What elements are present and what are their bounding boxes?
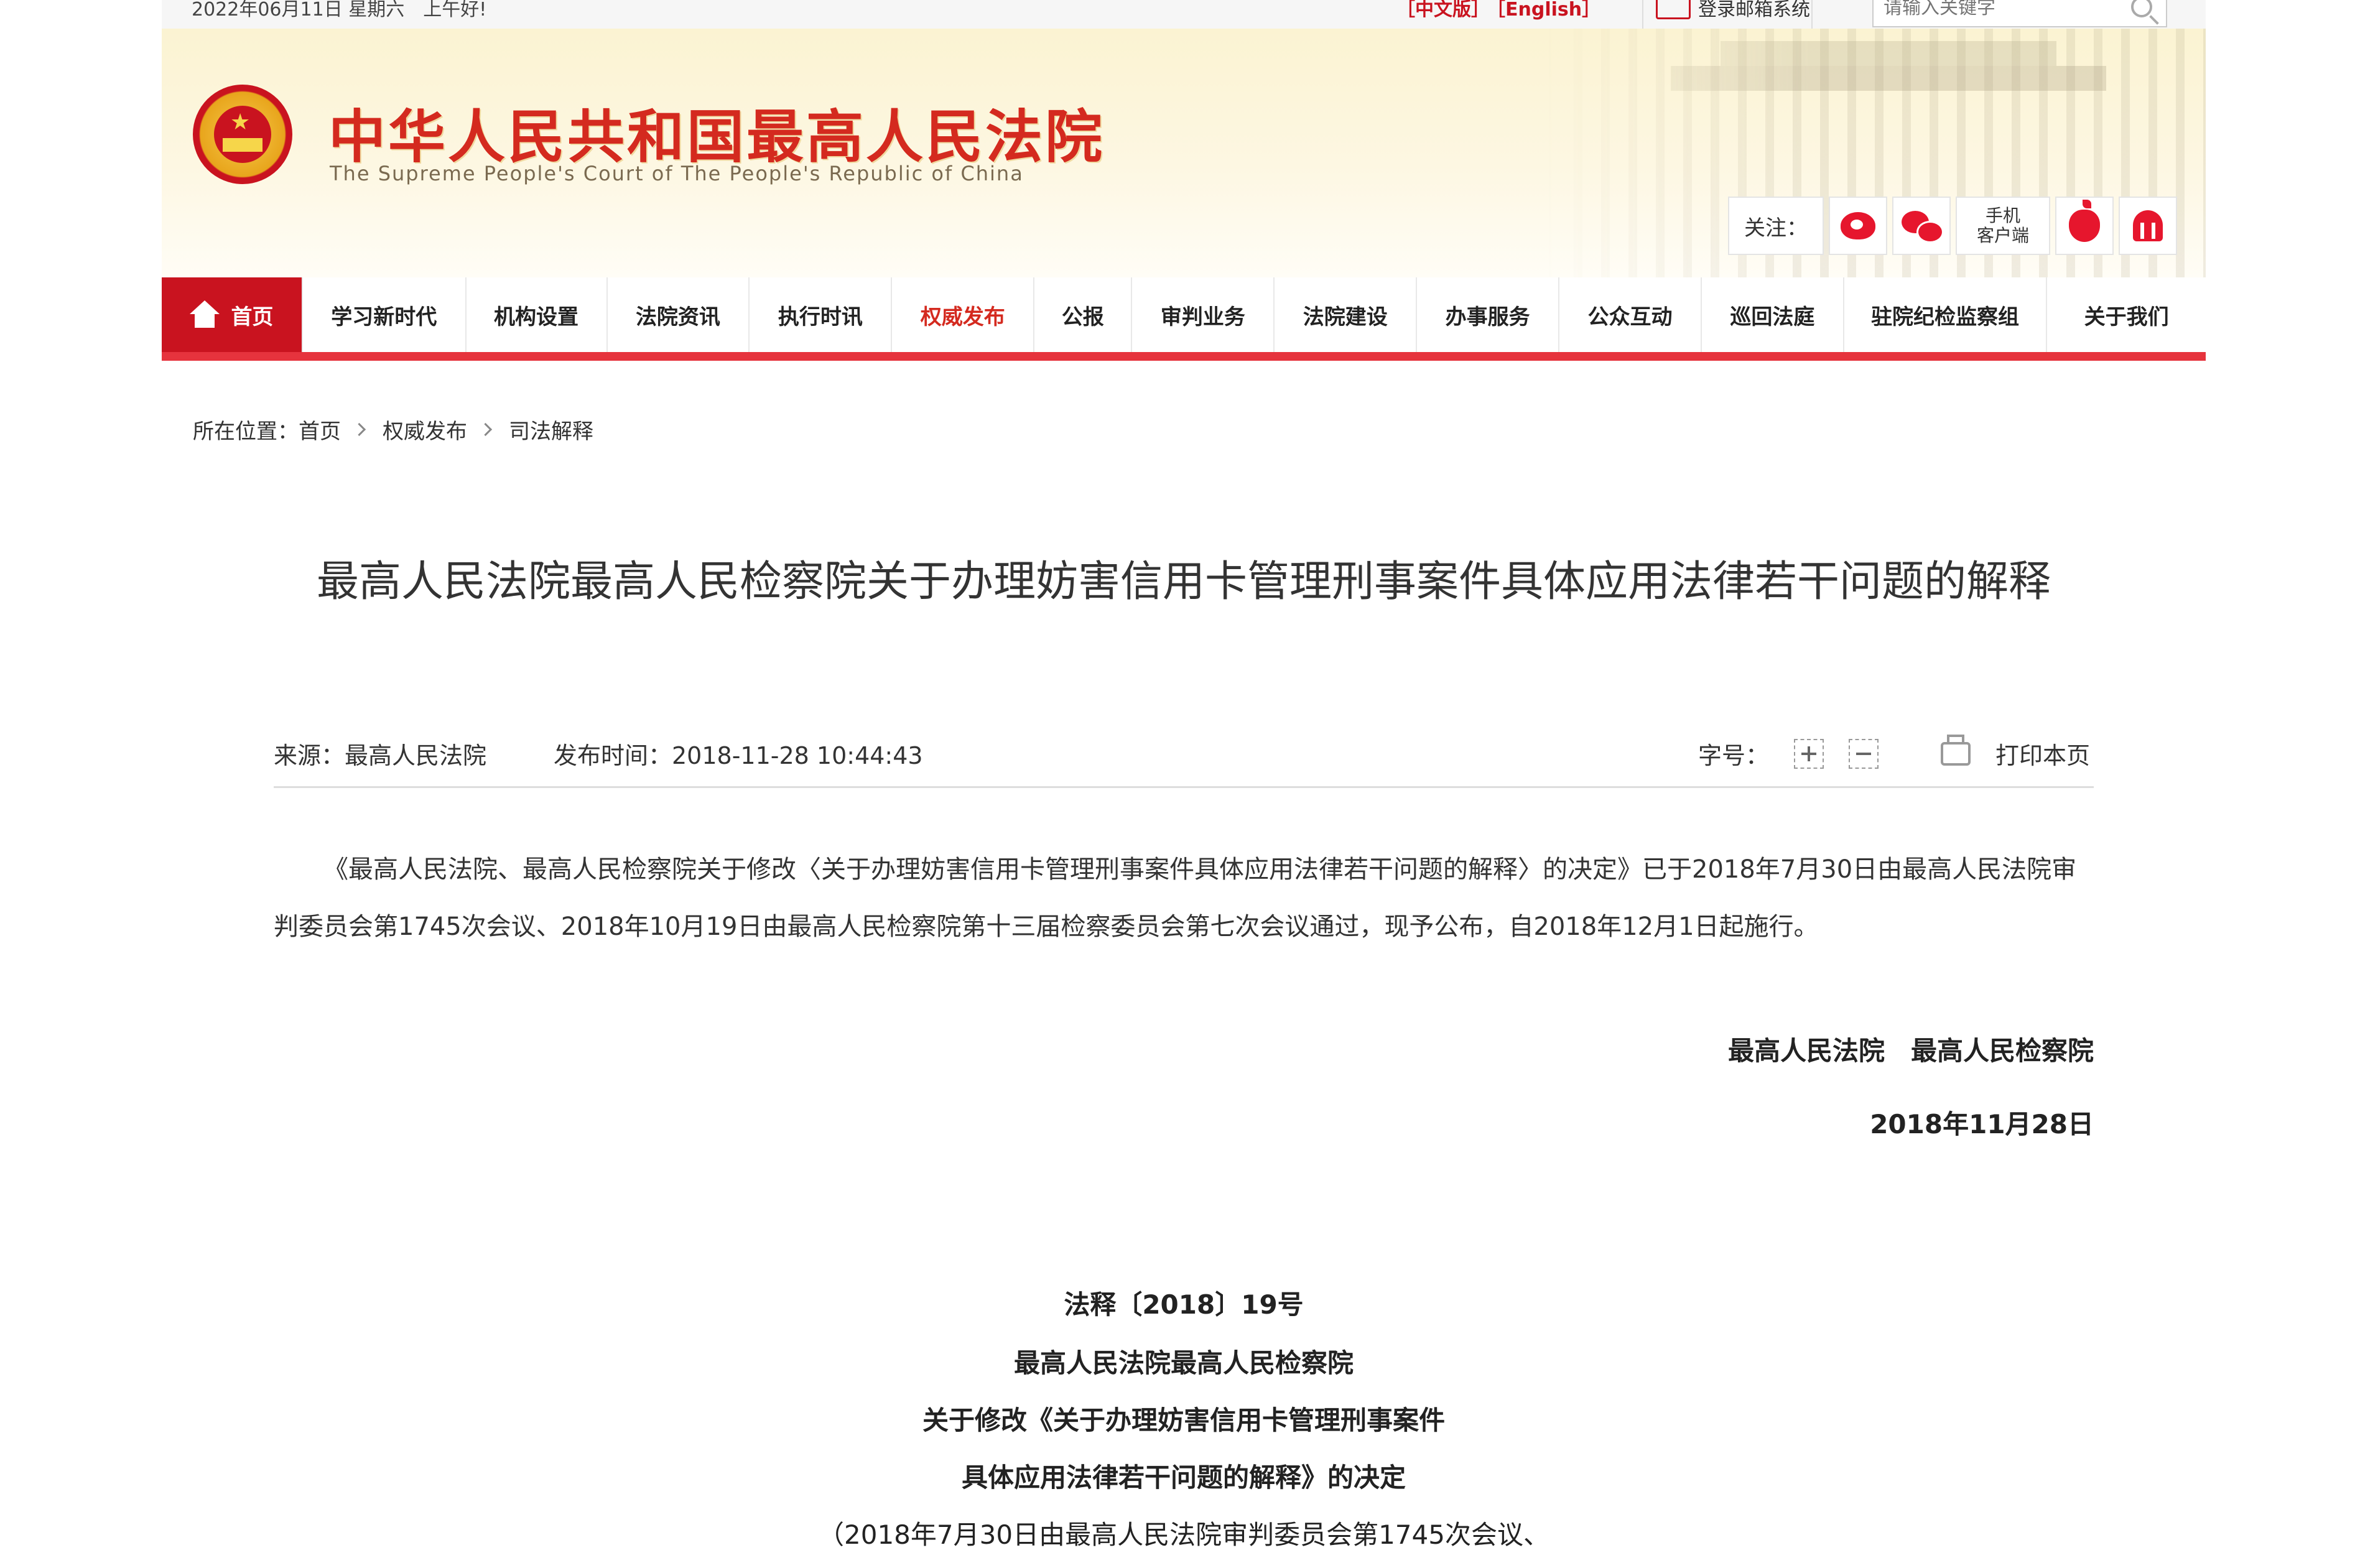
document-title-line-1: 最高人民法院最高人民检察院 [1013, 1348, 1354, 1378]
article-signature: 最高人民法院 最高人民检察院 [1727, 1036, 2094, 1066]
apple-icon [2069, 200, 2100, 242]
nav-item-court-news[interactable]: 法院资讯 [608, 277, 750, 352]
article-source: 来源：最高人民法院 [274, 742, 487, 769]
article-meta: 来源：最高人民法院 发布时间：2018-11-28 10:44:43 字号： 打… [274, 734, 2094, 788]
lang-english-link[interactable]: ［English］ [1496, 0, 1600, 21]
site-header: ★ 中华人民共和国最高人民法院 The Supreme People's Cou… [162, 29, 2206, 277]
breadcrumb-home[interactable]: 首页 [299, 414, 341, 445]
top-bar: 2022年06月11日 星期六 上午好! ［中文版］ ［English］ 登录邮箱… [162, 0, 2206, 30]
android-app-button[interactable] [2119, 197, 2177, 255]
follow-label: 关注： [1728, 197, 1824, 255]
mobile-client-label-1: 手机 [1985, 205, 2020, 226]
home-icon [190, 300, 220, 328]
nav-item-study[interactable]: 学习新时代 [303, 277, 467, 352]
weibo-icon [1841, 212, 1875, 239]
breadcrumb-judicial-interpretation[interactable]: 司法解释 [509, 414, 593, 445]
search-icon[interactable] [2131, 0, 2152, 17]
nav-item-gazette[interactable]: 公报 [1034, 277, 1133, 352]
font-size-label: 字号： [1698, 742, 1770, 769]
print-label: 打印本页 [1995, 742, 2091, 769]
search-input[interactable] [1882, 0, 2134, 17]
nav-item-execution-news[interactable]: 执行时讯 [750, 277, 893, 352]
main-nav: 首页 学习新时代 机构设置 法院资讯 执行时讯 权威发布 公报 审判业务 法院建… [162, 277, 2206, 361]
follow-bar: 关注： 手机 客户端 [1723, 197, 2177, 255]
nav-item-services[interactable]: 办事服务 [1417, 277, 1560, 352]
national-emblem-icon: ★ [193, 85, 292, 184]
nav-item-discipline-inspection[interactable]: 驻院纪检监察组 [1844, 277, 2048, 352]
nav-item-circuit-court[interactable]: 巡回法庭 [1702, 277, 1844, 352]
nav-item-court-construction[interactable]: 法院建设 [1275, 277, 1418, 352]
article-intro-paragraph: 《最高人民法院、最高人民检察院关于修改〈关于办理妨害信用卡管理刑事案件具体应用法… [274, 855, 2077, 941]
breadcrumb: 所在位置： 首页 权威发布 司法解释 [193, 414, 593, 445]
nav-item-public-interaction[interactable]: 公众互动 [1559, 277, 1702, 352]
search-box [1872, 0, 2167, 27]
article-publish-time: 发布时间：2018-11-28 10:44:43 [554, 742, 923, 769]
mail-login-link[interactable]: 登录邮箱系统 [1642, 0, 1813, 29]
breadcrumb-label: 所在位置： [193, 419, 299, 444]
nav-item-about-us[interactable]: 关于我们 [2047, 277, 2206, 352]
font-increase-icon[interactable] [1794, 738, 1824, 769]
nav-item-home[interactable]: 首页 [162, 277, 303, 352]
nav-item-trial-business[interactable]: 审判业务 [1132, 277, 1275, 352]
document-note-line: （2018年7月30日由最高人民法院审判委员会第1745次会议、 [818, 1519, 1549, 1550]
wechat-button[interactable] [1892, 197, 1951, 255]
font-size-control: 字号： [1698, 736, 1879, 771]
chevron-right-icon [478, 422, 493, 437]
article-sign-date: 2018年11月28日 [1870, 1109, 2094, 1139]
language-switch: ［中文版］ ［English］ [1396, 0, 1607, 21]
date-greeting: 2022年06月11日 星期六 上午好! [192, 0, 487, 21]
font-decrease-icon[interactable] [1849, 738, 1879, 769]
mail-login-label: 登录邮箱系统 [1698, 0, 1810, 21]
mobile-client-label-2: 客户端 [1976, 225, 2029, 246]
android-icon [2133, 210, 2163, 241]
site-subtitle: The Supreme People's Court of The People… [330, 162, 1024, 185]
document-title-line-3: 具体应用法律若干问题的解释》的决定 [961, 1462, 1406, 1493]
document-title-line-2: 关于修改《关于办理妨害信用卡管理刑事案件 [922, 1405, 1445, 1436]
print-button[interactable]: 打印本页 [1941, 734, 2091, 771]
printer-icon [1941, 734, 1971, 766]
article-title: 最高人民法院最高人民检察院关于办理妨害信用卡管理刑事案件具体应用法律若干问题的解… [316, 557, 2051, 606]
weibo-button[interactable] [1829, 197, 1887, 255]
document-number: 法释〔2018〕19号 [1064, 1289, 1304, 1320]
nav-item-organization[interactable]: 机构设置 [467, 277, 608, 352]
breadcrumb-authoritative-release[interactable]: 权威发布 [383, 414, 467, 445]
wechat-icon [1902, 211, 1944, 243]
mobile-client-button[interactable]: 手机 客户端 [1956, 197, 2050, 255]
ios-app-button[interactable] [2055, 197, 2114, 255]
envelope-icon [1656, 0, 1691, 19]
chevron-right-icon [352, 422, 366, 437]
nav-item-authoritative-release[interactable]: 权威发布 [892, 277, 1035, 352]
lang-chinese-link[interactable]: ［中文版］ [1396, 0, 1490, 21]
